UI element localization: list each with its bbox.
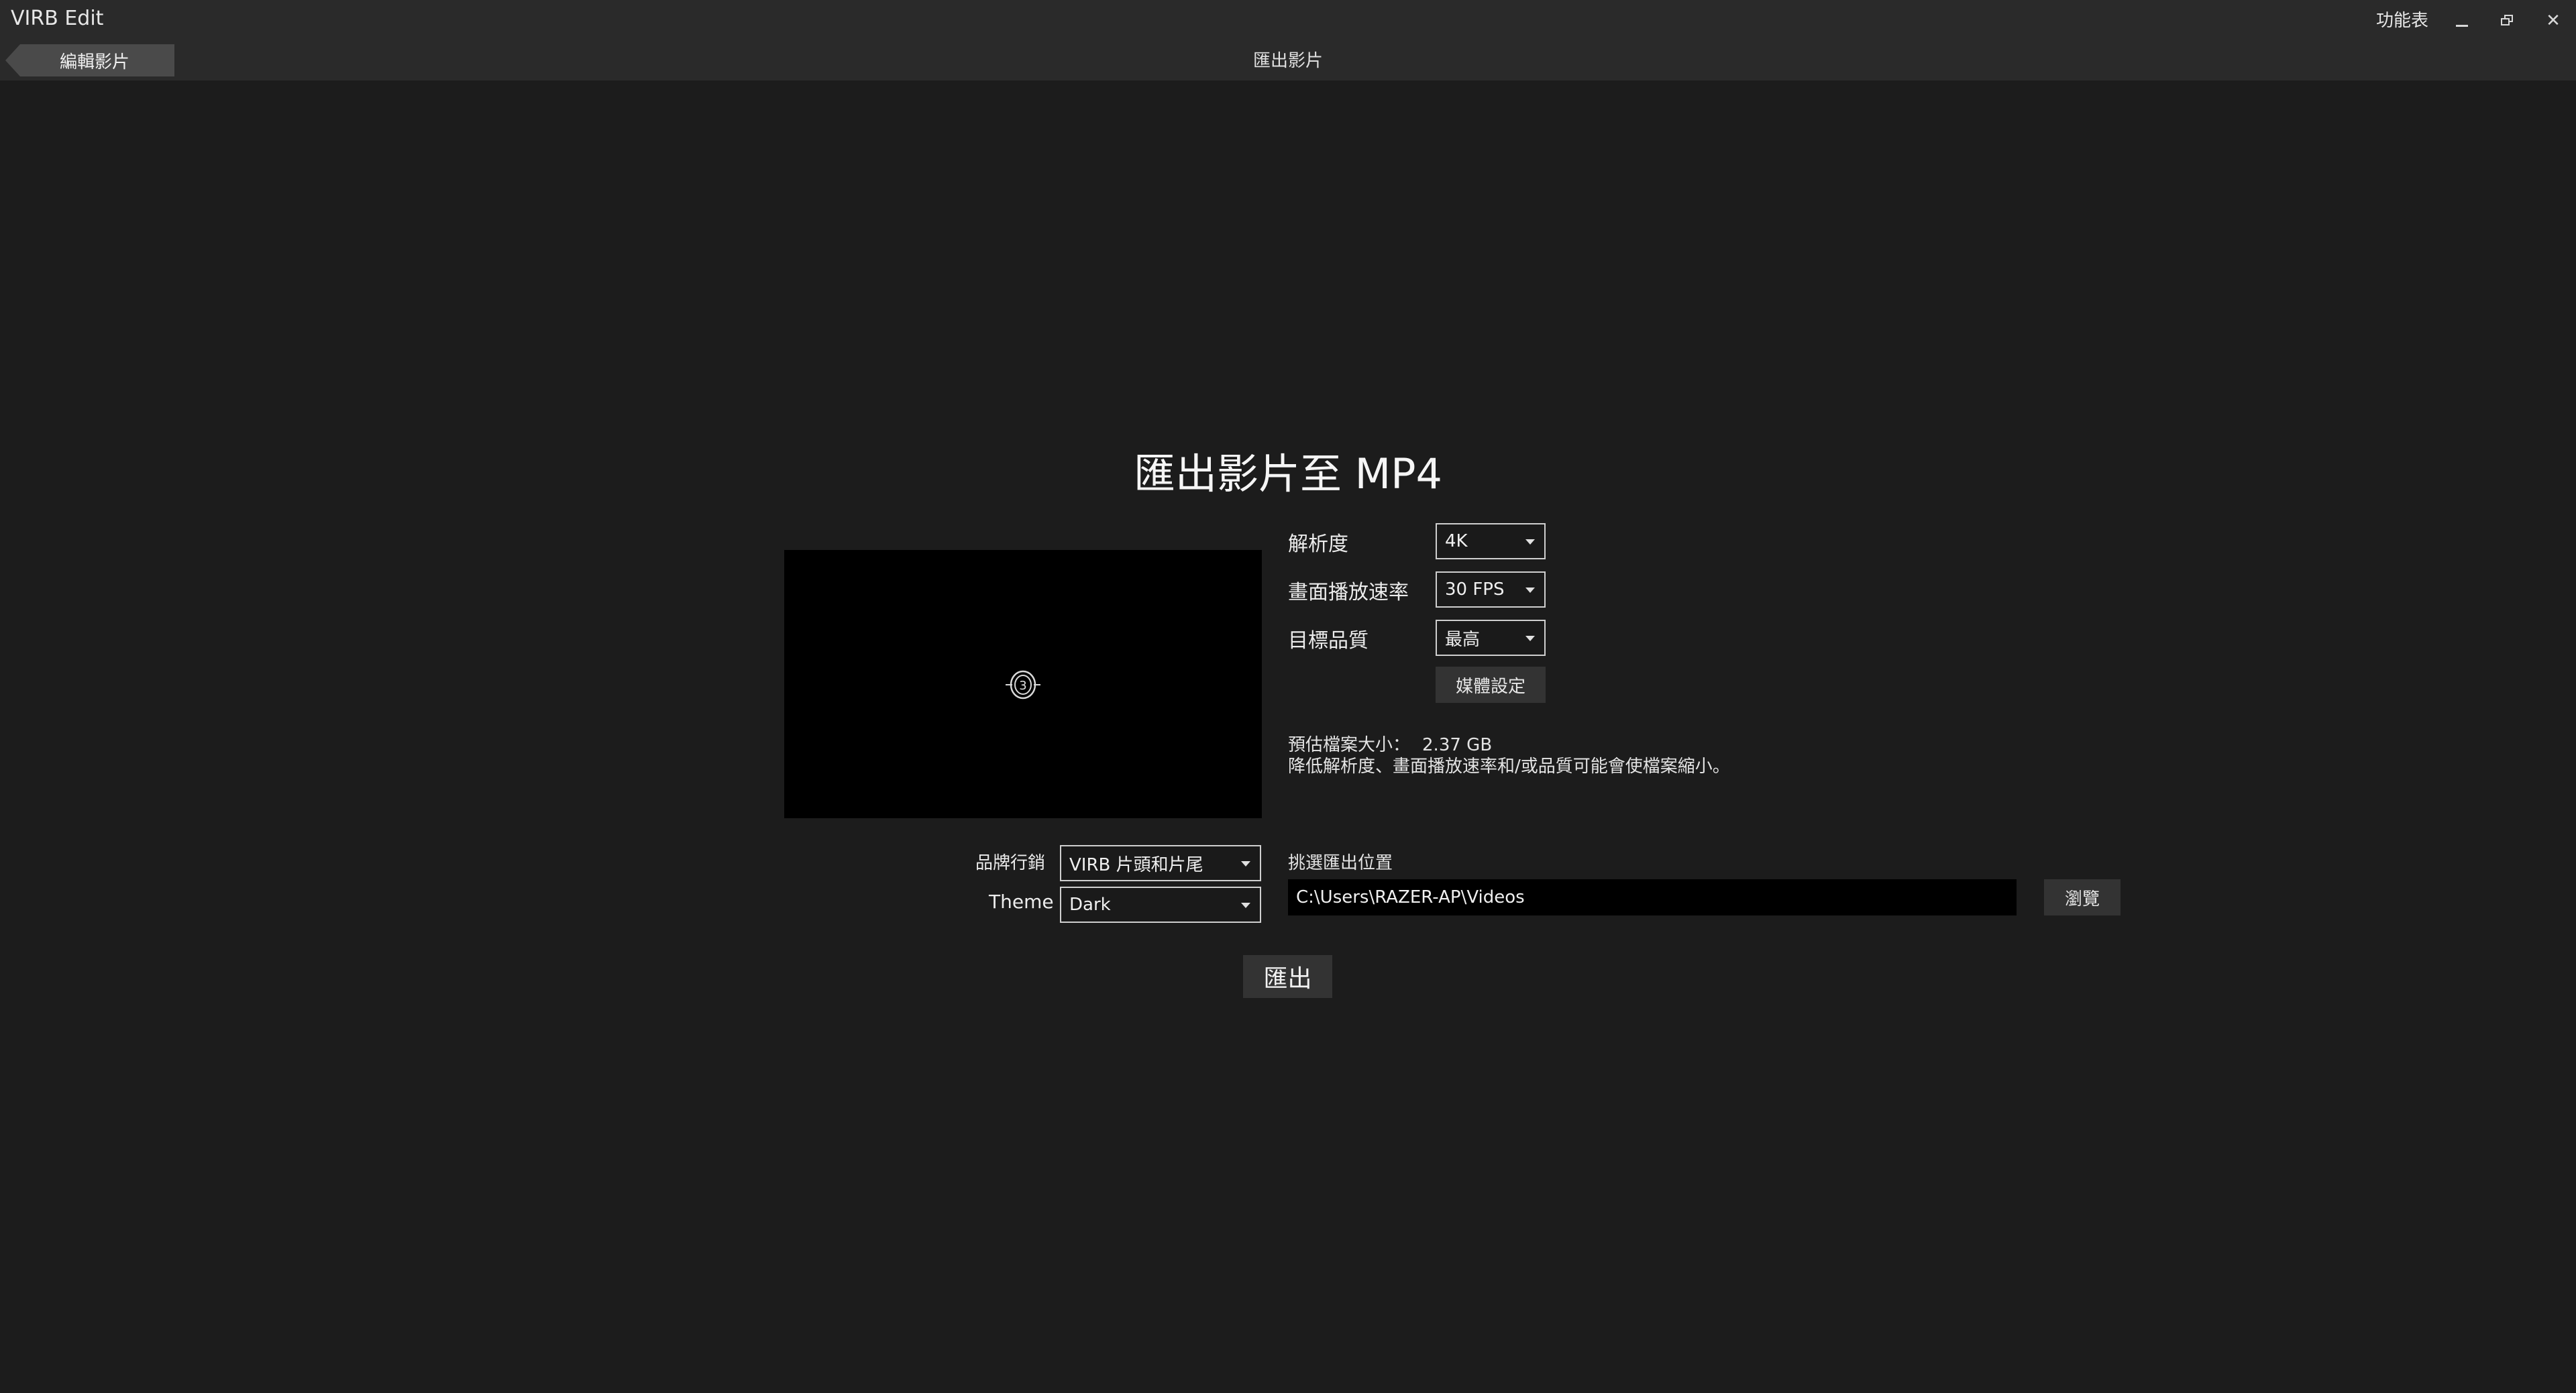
theme-dropdown[interactable]: Dark <box>1060 887 1261 923</box>
chevron-down-icon <box>1525 636 1535 641</box>
resolution-value: 4K <box>1445 531 1468 551</box>
app-window: VIRB Edit 功能表 ✕ 編輯影片 匯出影片 匯出影片至 MP4 3 解析… <box>0 0 2576 1393</box>
quality-value: 最高 <box>1445 629 1481 650</box>
close-button[interactable]: ✕ <box>2533 5 2573 36</box>
export-button[interactable]: 匯出 <box>1243 955 1332 998</box>
quality-label: 目標品質 <box>1288 629 1368 653</box>
resolution-dropdown[interactable]: 4K <box>1436 523 1546 559</box>
spinner-digit: 3 <box>1019 679 1026 693</box>
page-heading: 匯出影片 <box>1252 51 1323 71</box>
theme-label: Theme <box>989 891 1054 913</box>
title-bar: VIRB Edit 功能表 ✕ 編輯影片 匯出影片 <box>0 0 2576 80</box>
video-preview: 3 <box>784 550 1262 818</box>
quality-dropdown[interactable]: 最高 <box>1436 620 1546 656</box>
back-button[interactable]: 編輯影片 <box>5 44 174 76</box>
chevron-down-icon <box>1525 539 1535 545</box>
restore-icon <box>2501 15 2514 27</box>
chevron-down-icon <box>1241 861 1250 867</box>
resolution-label: 解析度 <box>1288 533 1348 556</box>
loading-spinner-icon: 3 <box>1006 670 1040 700</box>
theme-value: Dark <box>1069 895 1111 915</box>
framerate-label: 畫面播放速率 <box>1288 581 1409 604</box>
restore-button[interactable] <box>2487 5 2528 36</box>
chevron-down-icon <box>1525 588 1535 593</box>
export-path-input[interactable] <box>1288 879 2017 915</box>
menu-button[interactable]: 功能表 <box>2376 7 2428 32</box>
branding-value: VIRB 片頭和片尾 <box>1069 854 1203 875</box>
back-button-label: 編輯影片 <box>59 52 129 72</box>
branding-dropdown[interactable]: VIRB 片頭和片尾 <box>1060 845 1261 881</box>
export-location-label: 挑選匯出位置 <box>1288 853 1393 873</box>
size-note: 降低解析度、畫面播放速率和/或品質可能會使檔案縮小。 <box>1288 757 1730 777</box>
minimize-button[interactable] <box>2442 5 2482 36</box>
framerate-value: 30 FPS <box>1445 579 1505 600</box>
export-title: 匯出影片至 MP4 <box>1133 449 1443 498</box>
framerate-dropdown[interactable]: 30 FPS <box>1436 571 1546 608</box>
minimize-icon <box>2456 24 2468 27</box>
chevron-down-icon <box>1241 903 1250 908</box>
browse-button[interactable]: 瀏覽 <box>2044 879 2121 915</box>
media-settings-button[interactable]: 媒體設定 <box>1436 667 1546 703</box>
branding-label: 品牌行銷 <box>975 853 1046 873</box>
close-icon: ✕ <box>2546 11 2561 31</box>
app-title: VIRB Edit <box>11 7 104 30</box>
